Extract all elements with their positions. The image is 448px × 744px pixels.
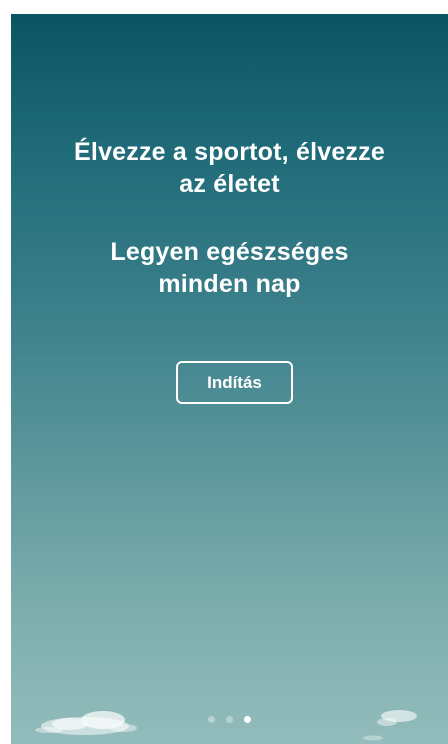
headline-line-2: az életet xyxy=(179,170,280,198)
subheadline-line-1: Legyen egészséges xyxy=(110,238,349,266)
start-button[interactable]: Indítás xyxy=(176,361,293,404)
onboarding-screen: Élvezze a sportot, élvezze az életet Leg… xyxy=(11,14,448,744)
subheadline-line-2: minden nap xyxy=(158,270,301,298)
page-dot-1[interactable] xyxy=(208,716,215,723)
cloud-right-decoration xyxy=(363,710,417,741)
headline-line-1: Élvezze a sportot, élvezze xyxy=(74,138,385,166)
headline: Élvezze a sportot, élvezze az életet xyxy=(11,136,448,200)
page-dot-3-active[interactable] xyxy=(244,716,251,723)
page-indicator xyxy=(11,716,448,723)
subheadline: Legyen egészséges minden nap xyxy=(11,236,448,300)
page-dot-2[interactable] xyxy=(226,716,233,723)
